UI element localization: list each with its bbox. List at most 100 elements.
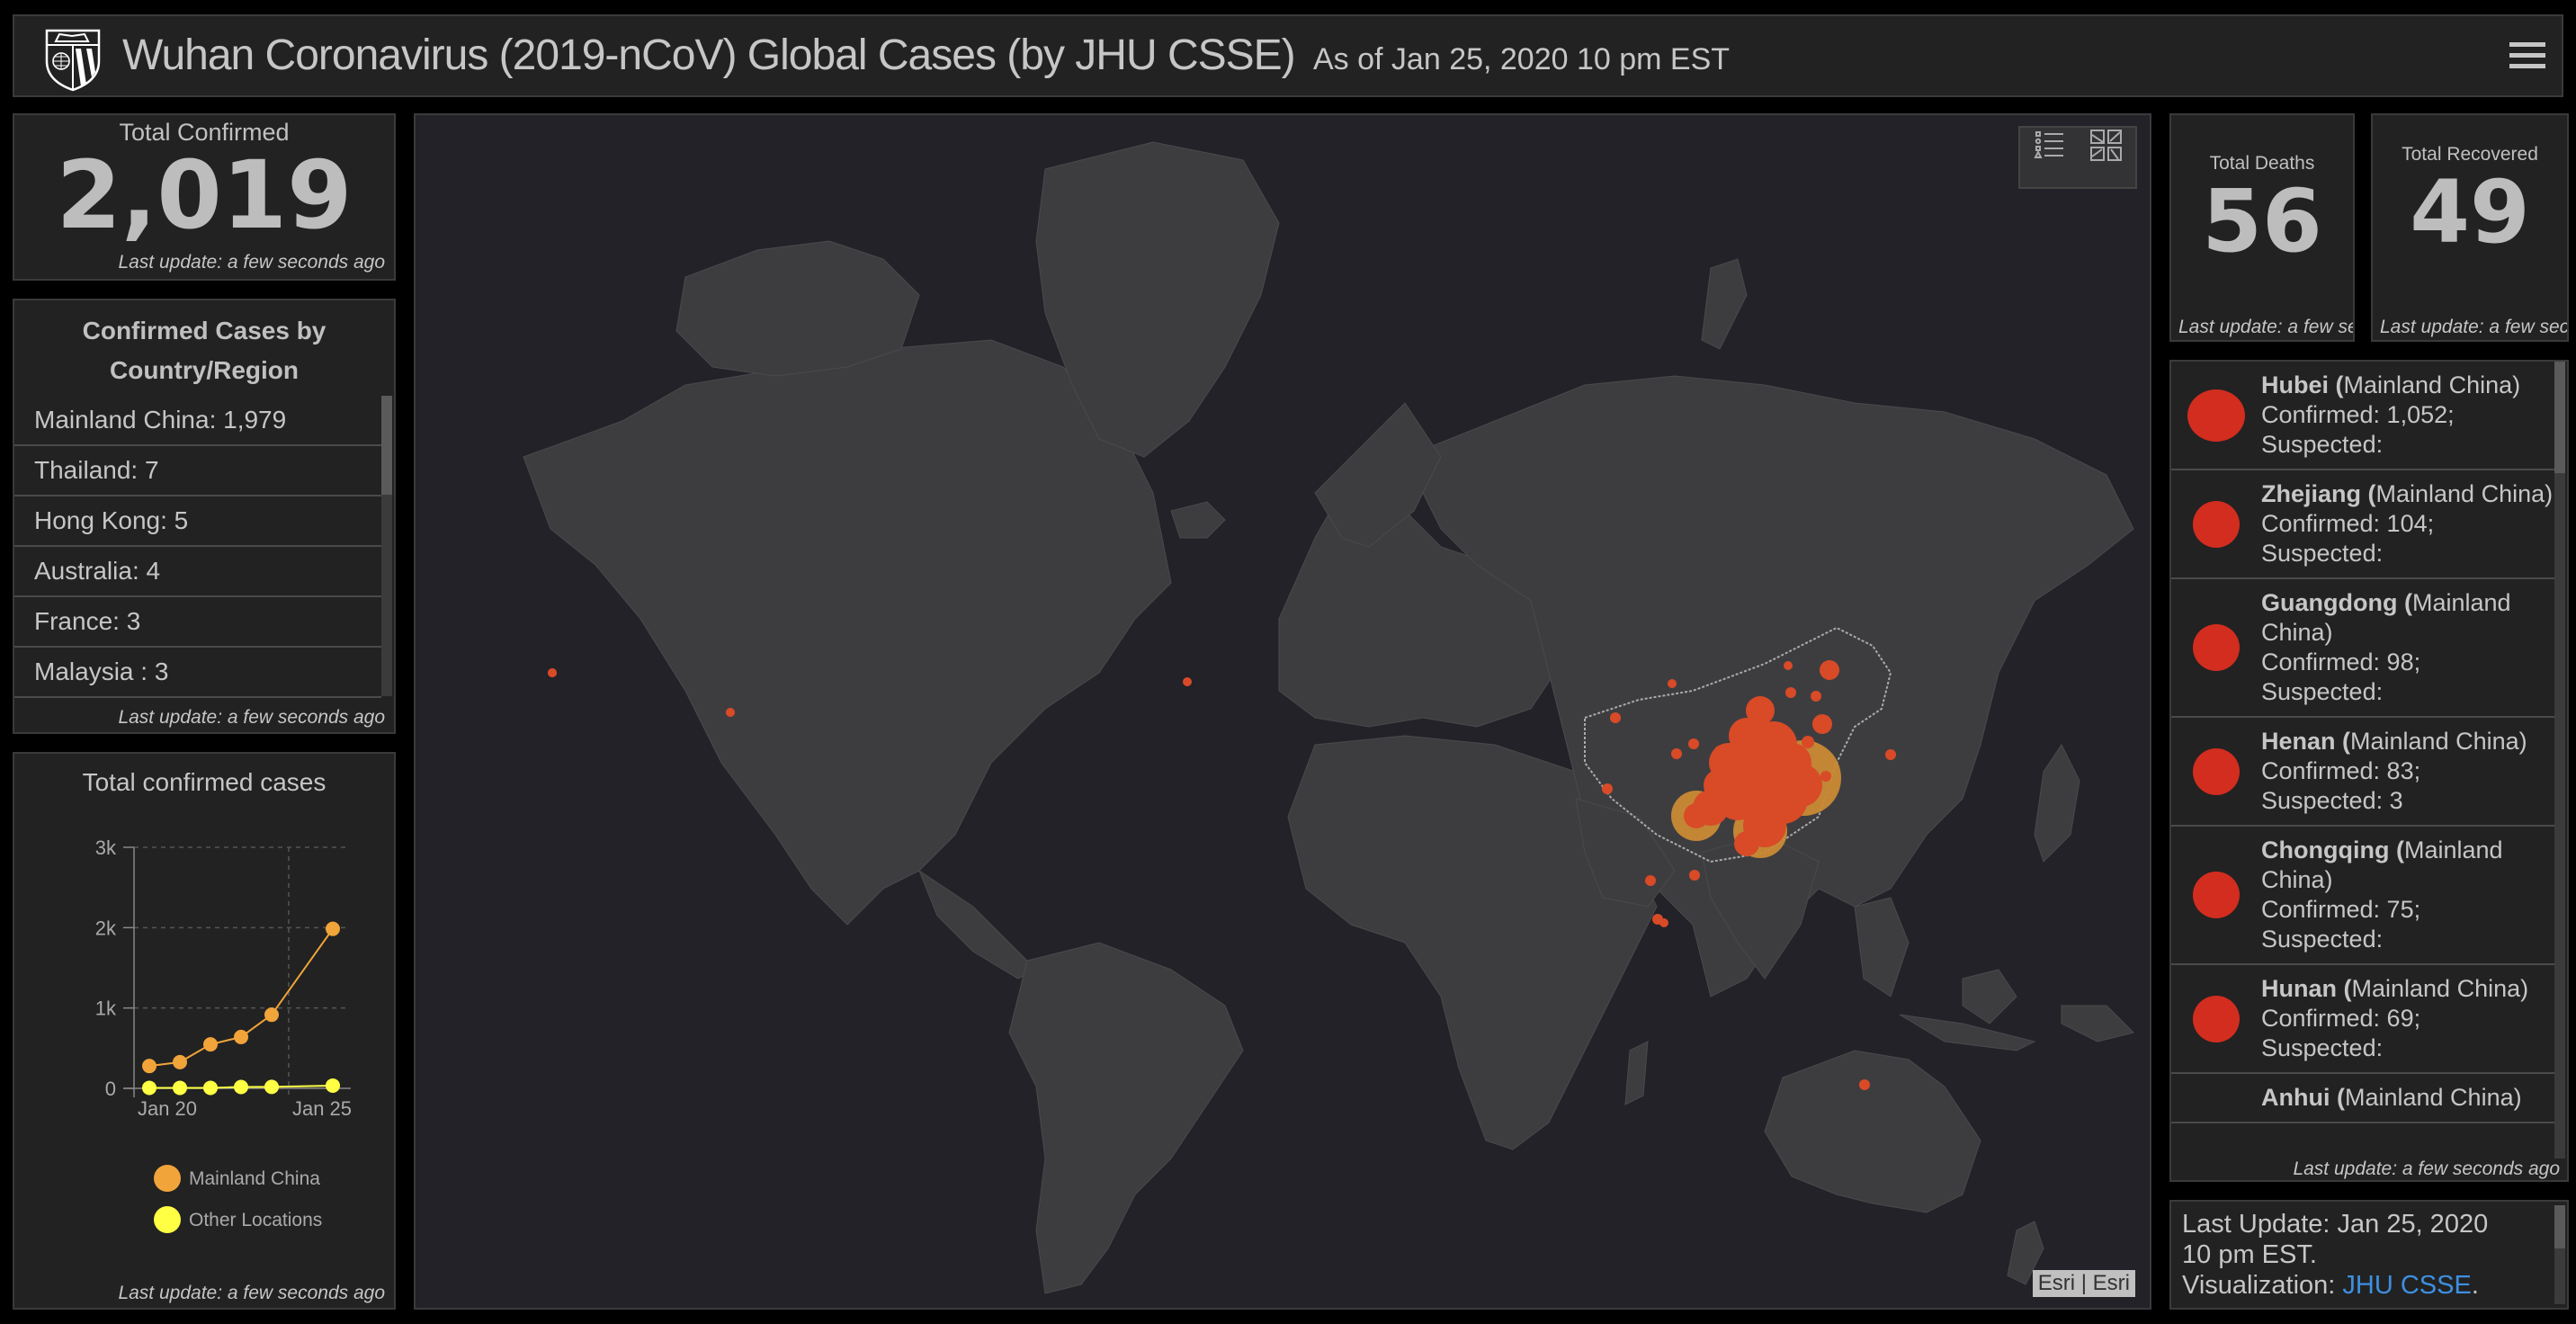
- case-marker[interactable]: [1802, 736, 1814, 748]
- chart-series-line: [148, 928, 334, 1068]
- country-list-item[interactable]: Hong Kong: 5: [14, 497, 381, 547]
- country-list-title: Confirmed Cases by Country/Region: [82, 317, 326, 384]
- country-list-item[interactable]: France: 3: [14, 597, 381, 648]
- province-list-item[interactable]: Chongqing (Mainland China) Confirmed: 75…: [2171, 827, 2558, 965]
- jhu-shield-logo-icon: [45, 29, 101, 92]
- case-marker[interactable]: [1684, 803, 1709, 828]
- case-marker[interactable]: [1734, 831, 1759, 856]
- north-america-landmass: [523, 339, 1172, 926]
- province-region: Mainland China): [2351, 975, 2529, 1002]
- province-list-item[interactable]: Anhui (Mainland China): [2171, 1074, 2558, 1123]
- case-marker[interactable]: [1811, 691, 1821, 702]
- province-name: Henan (: [2261, 728, 2351, 755]
- case-marker[interactable]: [1668, 679, 1677, 688]
- chart-y-tick-label: 2k: [95, 917, 117, 939]
- province-confirmed: Confirmed: 69;: [2261, 1005, 2421, 1032]
- country-list-item[interactable]: Mainland China: 1,979: [14, 396, 381, 446]
- province-list-item[interactable]: Hunan (Mainland China) Confirmed: 69; Su…: [2171, 965, 2558, 1074]
- chart-data-point: [326, 921, 340, 936]
- province-confirmed: Confirmed: 98;: [2261, 649, 2421, 675]
- case-marker[interactable]: [1671, 748, 1682, 759]
- case-marker[interactable]: [1737, 787, 1748, 798]
- case-marker[interactable]: [1714, 746, 1725, 756]
- madagascar-landmass: [1624, 1041, 1649, 1105]
- chart-data-point: [142, 1080, 157, 1096]
- info-visualization-label: Visualization:: [2182, 1271, 2343, 1300]
- case-marker[interactable]: [1779, 764, 1822, 807]
- chart-data-point: [142, 1059, 157, 1074]
- case-marker[interactable]: [1645, 875, 1656, 886]
- chart-y-tick-label: 1k: [95, 997, 117, 1020]
- province-confirmed: Confirmed: 83;: [2261, 757, 2421, 784]
- chart-panel: Total confirmed cases 0 1k 2k 3k Jan 20 Jan 2…: [13, 752, 396, 1310]
- basemap-gallery-icon[interactable]: [2089, 128, 2124, 164]
- province-region: Mainland China): [2344, 1084, 2522, 1111]
- case-marker[interactable]: [1820, 660, 1839, 680]
- info-panel: Last Update: Jan 25, 2020 10 pm EST. Vis…: [2169, 1200, 2569, 1310]
- case-marker[interactable]: [1610, 712, 1621, 723]
- chart-data-point: [264, 1079, 279, 1095]
- map-canvas[interactable]: [416, 115, 2151, 1310]
- country-list-item[interactable]: Thailand: 7: [14, 446, 381, 497]
- province-list-item[interactable]: Hubei (Mainland China) Confirmed: 1,052;…: [2171, 362, 2558, 470]
- case-marker[interactable]: [1859, 1079, 1870, 1090]
- province-list-scrollbar[interactable]: [2554, 362, 2565, 1180]
- case-marker[interactable]: [1784, 661, 1793, 670]
- case-marker[interactable]: [1659, 918, 1668, 927]
- info-time: 10 pm EST.: [2182, 1240, 2317, 1269]
- title-subtitle: As of Jan 25, 2020 10 pm EST: [1313, 42, 1731, 76]
- last-update-text: Last update: a few seconds ago: [118, 707, 385, 728]
- case-marker[interactable]: [548, 668, 557, 677]
- country-list-item[interactable]: Malaysia : 3: [14, 648, 381, 698]
- province-region: Mainland China): [2343, 371, 2521, 398]
- province-list-panel: Hubei (Mainland China) Confirmed: 1,052;…: [2169, 360, 2569, 1182]
- case-marker[interactable]: [1812, 714, 1832, 734]
- case-marker[interactable]: [1688, 738, 1699, 749]
- province-suspected: Suspected:: [2261, 431, 2384, 458]
- central-america-landmass: [917, 869, 1037, 980]
- map-attribution[interactable]: Esri | Esri: [2032, 1270, 2135, 1297]
- case-marker-icon: [2187, 389, 2245, 442]
- confirmed-cases-chart: 0 1k 2k 3k Jan 20 Jan 25 Mainland China Other L…: [95, 836, 352, 1233]
- case-marker[interactable]: [726, 708, 735, 717]
- province-list-scroll-thumb[interactable]: [2554, 362, 2565, 473]
- case-marker[interactable]: [1602, 783, 1613, 794]
- province-confirmed: Confirmed: 104;: [2261, 510, 2435, 537]
- total-deaths-panel: Total Deaths 56 Last update: a few secon…: [2169, 113, 2355, 342]
- province-list-item[interactable]: Henan (Mainland China) Confirmed: 83; Su…: [2171, 718, 2558, 827]
- chart-data-point: [234, 1029, 248, 1044]
- case-marker-icon: [2193, 747, 2240, 795]
- chart-y-tick-label: 0: [105, 1078, 116, 1100]
- legend-label: Other Locations: [189, 1210, 322, 1230]
- last-update-text: Last update: a few seconds ago: [2178, 317, 2353, 337]
- province-list-item[interactable]: Zhejiang (Mainland China) Confirmed: 104…: [2171, 470, 2558, 579]
- province-name: Zhejiang (: [2261, 480, 2376, 507]
- province-name: Anhui (: [2261, 1084, 2345, 1111]
- case-marker[interactable]: [1885, 749, 1896, 760]
- country-list: Mainland China: 1,979 Thailand: 7 Hong K…: [14, 396, 381, 698]
- case-marker[interactable]: [1785, 687, 1796, 698]
- map-widget-bar: [2018, 126, 2137, 189]
- province-name: Hunan (: [2261, 975, 2352, 1002]
- legend-label: Mainland China: [189, 1168, 320, 1189]
- world-map[interactable]: Esri | Esri: [414, 113, 2151, 1310]
- chart-data-point: [203, 1037, 218, 1052]
- case-marker[interactable]: [1183, 677, 1192, 686]
- province-region: Mainland China): [2375, 480, 2554, 507]
- total-confirmed-value: 2,019: [56, 140, 353, 250]
- case-marker[interactable]: [1820, 771, 1831, 782]
- country-list-scroll-thumb[interactable]: [381, 396, 392, 495]
- province-list-item[interactable]: Guangdong (Mainland China) Confirmed: 98…: [2171, 579, 2558, 718]
- legend-list-icon[interactable]: [2033, 128, 2069, 164]
- case-marker[interactable]: [1689, 870, 1700, 881]
- case-marker-icon: [2193, 624, 2240, 671]
- info-panel-scroll-thumb[interactable]: [2554, 1205, 2565, 1248]
- case-marker[interactable]: [1704, 769, 1736, 801]
- case-marker[interactable]: [1746, 696, 1775, 725]
- last-update-text: Last update: a few seconds ago: [118, 252, 385, 273]
- country-list-item[interactable]: Australia: 4: [14, 547, 381, 597]
- jhu-csse-link[interactable]: JHU CSSE: [2342, 1271, 2471, 1300]
- province-region: Mainland China): [2350, 728, 2527, 755]
- chart-x-tick-label: Jan 25: [292, 1097, 352, 1120]
- hamburger-menu-icon[interactable]: [2509, 36, 2545, 77]
